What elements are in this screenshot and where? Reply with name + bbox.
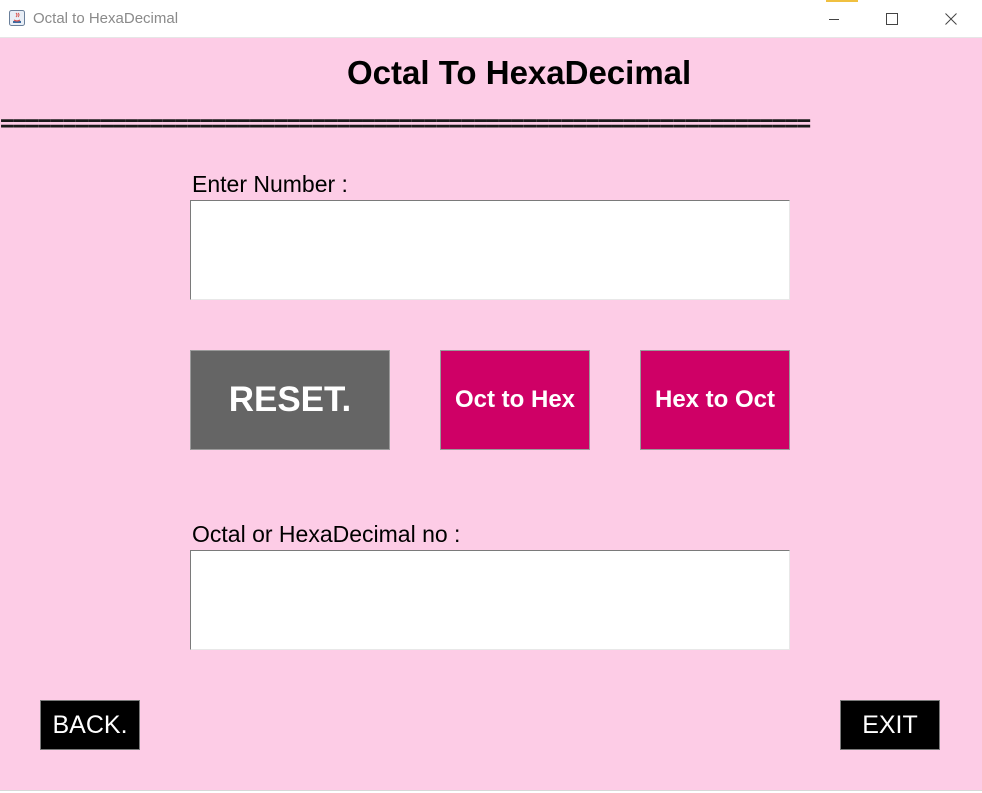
window-title: Octal to HexaDecimal xyxy=(33,10,179,27)
number-input[interactable] xyxy=(190,200,790,300)
java-app-icon xyxy=(9,10,25,26)
main-panel: Octal To HexaDecimal ===================… xyxy=(0,38,982,790)
close-button[interactable] xyxy=(928,0,974,38)
hex-to-oct-button[interactable]: Hex to Oct xyxy=(640,350,790,450)
maximize-icon xyxy=(886,13,898,25)
maximize-button[interactable] xyxy=(869,0,915,38)
page-title: Octal To HexaDecimal xyxy=(347,54,692,91)
input-label: Enter Number : xyxy=(192,171,348,197)
oct-to-hex-button[interactable]: Oct to Hex xyxy=(440,350,590,450)
close-icon xyxy=(945,13,957,25)
separator-line: ========================================… xyxy=(0,113,811,133)
result-field[interactable] xyxy=(190,550,790,650)
exit-button[interactable]: EXIT xyxy=(840,700,940,750)
minimize-icon xyxy=(828,13,840,25)
back-button[interactable]: BACK. xyxy=(40,700,140,750)
output-label: Octal or HexaDecimal no : xyxy=(192,521,461,547)
reset-button[interactable]: RESET. xyxy=(190,350,390,450)
minimize-button[interactable] xyxy=(811,0,857,38)
title-bar: Octal to HexaDecimal xyxy=(0,0,982,38)
